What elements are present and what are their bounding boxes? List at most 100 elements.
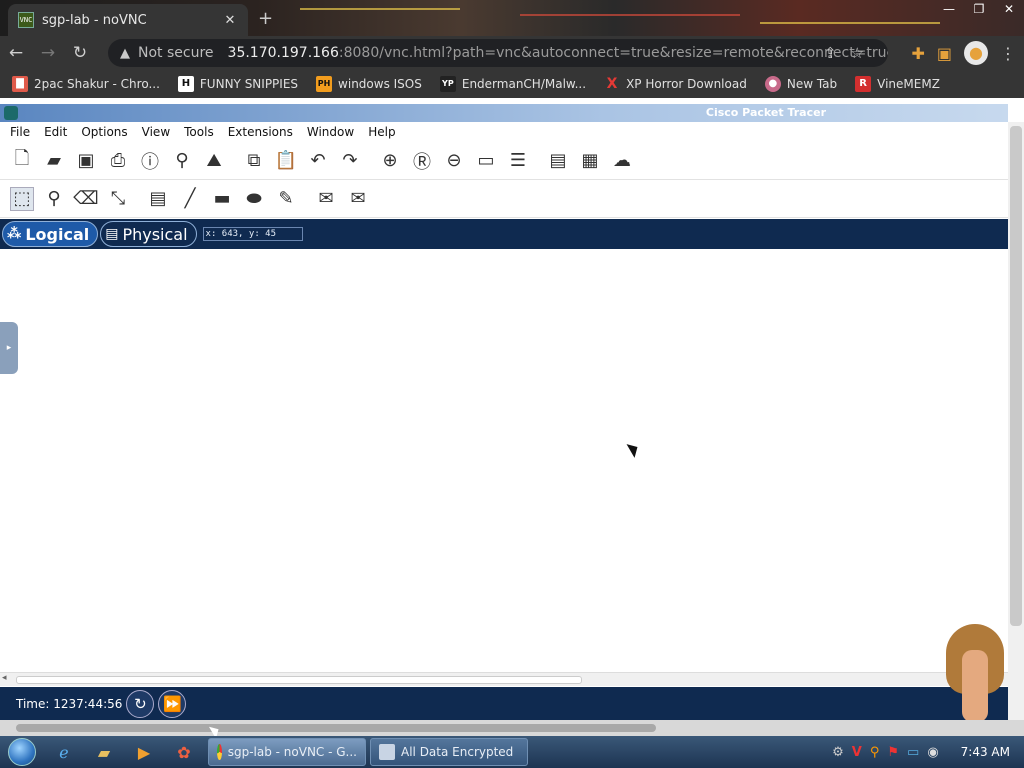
inspect-icon[interactable]: ⚲: [42, 187, 66, 211]
monitor-tray-icon[interactable]: ▭: [907, 745, 919, 760]
not-secure-label: Not secure: [138, 45, 214, 61]
address-bar[interactable]: ▲ Not secure 35.170.197.166 :8080/vnc.ht…: [108, 39, 888, 67]
extension-area: ✚ ▣ ● ⋮: [911, 41, 1016, 65]
bookmark-item[interactable]: ▇ 2pac Shakur - Chro...: [12, 76, 160, 92]
tab-logical[interactable]: ⁂ Logical: [2, 221, 99, 247]
vnc-horizontal-scrollbar[interactable]: [0, 720, 1024, 736]
menu-tools[interactable]: Tools: [184, 125, 214, 139]
bookmark-item[interactable]: X XP Horror Download: [604, 76, 747, 92]
zoom-in-icon[interactable]: ⊕: [378, 149, 402, 173]
bookmark-star-icon[interactable]: ☆: [851, 44, 864, 62]
open-folder-icon[interactable]: ▰: [42, 149, 66, 173]
file-explorer-icon[interactable]: ▰: [84, 736, 124, 768]
restore-icon[interactable]: ❐: [964, 0, 994, 18]
drawing-palette-icon[interactable]: ▭: [474, 149, 498, 173]
activity-wizard-icon[interactable]: ⚲: [170, 149, 194, 173]
place-note-icon[interactable]: ▤: [146, 187, 170, 211]
notes-icon[interactable]: ▤: [546, 149, 570, 173]
power-cycle-icon[interactable]: ↻: [126, 689, 155, 718]
scroll-thumb[interactable]: [16, 724, 656, 732]
taskbar-item-all-data-encrypted[interactable]: All Data Encrypted: [370, 738, 528, 766]
warning-triangle-icon[interactable]: ▲: [120, 46, 130, 61]
paste-icon[interactable]: 📋: [274, 149, 298, 173]
bookmark-item[interactable]: YP EndermanCH/Malw...: [439, 76, 586, 92]
network-info-icon[interactable]: ⛰: [202, 149, 226, 173]
browser-toolbar: ← → ↻ ▲ Not secure 35.170.197.166 :8080/…: [0, 36, 1024, 70]
copy-icon[interactable]: ⧉: [242, 149, 266, 173]
resize-shape-icon[interactable]: ⤡: [106, 187, 130, 211]
bookmark-item[interactable]: H FUNNY SNIPPIES: [177, 76, 298, 92]
menu-options[interactable]: Options: [81, 125, 127, 139]
reload-icon[interactable]: ↻: [64, 43, 96, 63]
new-file-icon[interactable]: 🗋: [10, 148, 34, 173]
device-rack-icon[interactable]: ▦: [578, 149, 602, 173]
browser-tab-strip: VNC sgp-lab - noVNC ✕ + — ❐ ✕: [0, 0, 1024, 36]
fast-forward-icon[interactable]: ⏩: [158, 689, 187, 718]
close-window-icon[interactable]: ✕: [994, 0, 1024, 18]
share-icon[interactable]: ⇪: [824, 44, 837, 62]
menu-kebab-icon[interactable]: ⋮: [1000, 44, 1016, 63]
horizontal-scrollbar[interactable]: ◂: [0, 672, 1008, 686]
simple-pdu-icon[interactable]: ✉: [314, 187, 338, 211]
forward-icon[interactable]: →: [32, 43, 64, 63]
tab-title: sgp-lab - noVNC: [42, 12, 147, 28]
vertical-scrollbar[interactable]: [1008, 122, 1024, 720]
tab-physical[interactable]: ▤ Physical: [100, 221, 197, 247]
print-icon[interactable]: ⎙: [106, 149, 130, 173]
draw-ellipse-icon[interactable]: ⬬: [242, 187, 266, 211]
select-icon[interactable]: ⬚: [10, 186, 34, 211]
bookmark-item[interactable]: PH windows ISOS: [316, 76, 422, 92]
freeform-icon[interactable]: ✎: [274, 187, 298, 211]
network-tray-icon[interactable]: ⚙: [832, 745, 844, 760]
logical-nodes-icon: ⁂: [7, 226, 22, 242]
menu-file[interactable]: File: [10, 125, 30, 139]
tab-close-icon[interactable]: ✕: [222, 13, 238, 28]
minimize-icon[interactable]: —: [934, 0, 964, 18]
scroll-left-icon[interactable]: ◂: [2, 673, 7, 683]
bookmark-item[interactable]: R VineMEMZ: [855, 76, 940, 92]
menu-window[interactable]: Window: [307, 125, 354, 139]
browser-tab[interactable]: VNC sgp-lab - noVNC ✕: [8, 4, 248, 36]
cloud-icon[interactable]: ☁: [610, 149, 634, 173]
start-button[interactable]: [0, 736, 44, 768]
draw-line-icon[interactable]: ╱: [178, 187, 202, 211]
scroll-thumb[interactable]: [16, 676, 582, 684]
side-panel-handle-icon[interactable]: ▸: [0, 322, 18, 374]
complex-pdu-icon[interactable]: ✉: [346, 187, 370, 211]
delete-icon[interactable]: ⌫: [73, 187, 98, 211]
redo-icon[interactable]: ↷: [338, 149, 362, 173]
window-controls: — ❐ ✕: [934, 0, 1024, 18]
bookmark-label: New Tab: [786, 77, 838, 91]
new-tab-icon[interactable]: +: [258, 8, 273, 29]
menu-extensions[interactable]: Extensions: [228, 125, 293, 139]
flag-tray-icon[interactable]: ⚑: [887, 745, 899, 760]
zoom-reset-icon[interactable]: Ⓡ: [410, 149, 434, 173]
side-panel-icon[interactable]: ▣: [937, 44, 952, 63]
volume-tray-icon[interactable]: ◉: [927, 745, 938, 760]
menu-edit[interactable]: Edit: [44, 125, 67, 139]
profile-avatar-icon[interactable]: ●: [964, 41, 988, 65]
internet-explorer-icon[interactable]: ℯ: [44, 736, 84, 768]
back-icon[interactable]: ←: [0, 43, 32, 63]
v-tray-icon[interactable]: V: [852, 745, 862, 760]
omnibox-actions: ⇪ ☆: [824, 44, 864, 62]
logical-workspace-canvas[interactable]: [0, 249, 1008, 673]
scroll-thumb[interactable]: [1010, 126, 1022, 626]
draw-rectangle-icon[interactable]: ▬: [210, 187, 234, 211]
bookmark-item[interactable]: ● New Tab: [764, 76, 838, 92]
taskbar-clock[interactable]: 7:43 AM: [961, 745, 1010, 759]
menu-view[interactable]: View: [142, 125, 170, 139]
bookmark-label: windows ISOS: [338, 77, 422, 91]
custom-devices-icon[interactable]: ☰: [506, 149, 530, 173]
taskbar-item-label: All Data Encrypted: [401, 745, 514, 759]
save-icon[interactable]: ▣: [74, 149, 98, 173]
zoom-out-icon[interactable]: ⊖: [442, 149, 466, 173]
info-icon[interactable]: ⓘ: [138, 149, 162, 173]
app-launcher-icon[interactable]: ✿: [164, 736, 204, 768]
extensions-puzzle-icon[interactable]: ✚: [911, 44, 924, 63]
undo-icon[interactable]: ↶: [306, 149, 330, 173]
menu-help[interactable]: Help: [368, 125, 395, 139]
media-player-icon[interactable]: ▶: [124, 736, 164, 768]
taskbar-item-chrome[interactable]: sgp-lab - noVNC - G...: [208, 738, 366, 766]
search-tray-icon[interactable]: ⚲: [870, 745, 880, 760]
